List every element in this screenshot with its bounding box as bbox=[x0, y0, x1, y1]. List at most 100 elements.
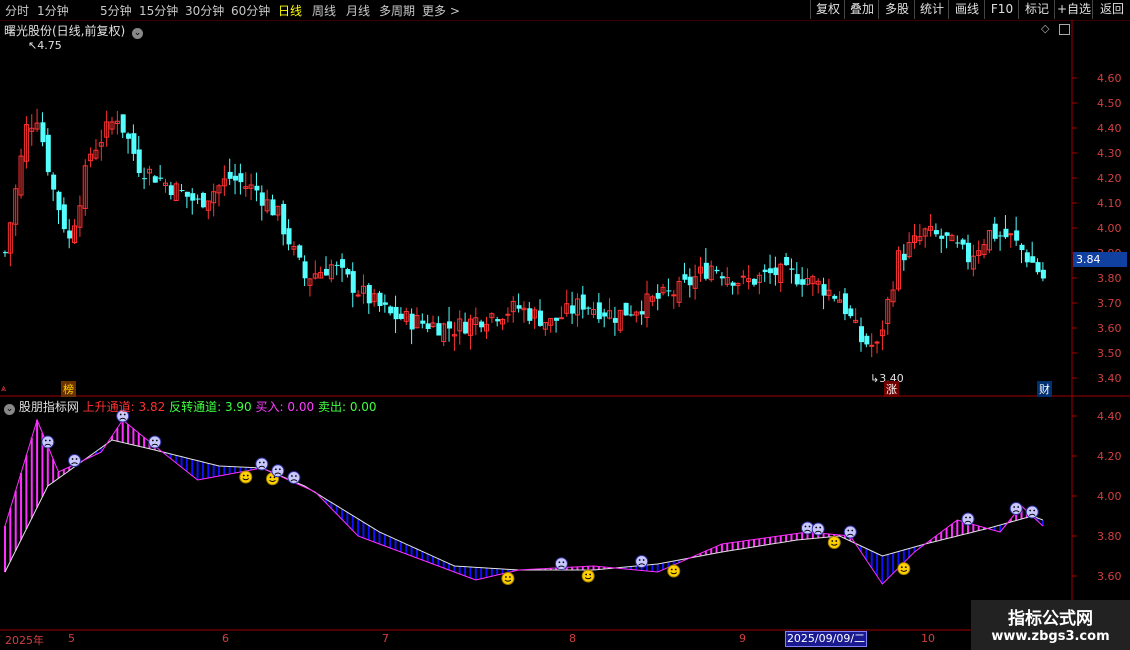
candle-body-down bbox=[463, 321, 469, 334]
candle-body-down bbox=[580, 294, 586, 310]
candle-body-down bbox=[350, 271, 356, 293]
candle-body-down bbox=[136, 149, 142, 173]
candle-body-down bbox=[832, 295, 838, 299]
y-tick-label: 4.20 bbox=[1097, 172, 1122, 185]
face-disc bbox=[255, 457, 269, 471]
candle-body-down bbox=[168, 185, 174, 196]
candle-body-down bbox=[447, 321, 453, 329]
sad-sell-icon bbox=[801, 521, 814, 535]
candle-body-down bbox=[1030, 256, 1036, 263]
smiley-buy-icon bbox=[239, 470, 253, 484]
rank-badge[interactable]: 榜 bbox=[61, 381, 76, 397]
sad-sell-icon bbox=[1009, 502, 1023, 515]
candle-body-down bbox=[939, 235, 945, 239]
candle-body-down bbox=[794, 274, 800, 285]
candle-body-down bbox=[859, 326, 864, 343]
face-disc bbox=[554, 557, 568, 571]
candle-body-down bbox=[842, 293, 848, 315]
finance-badge[interactable]: 财 bbox=[1037, 381, 1052, 397]
watermark-logo: 指标公式网 www.zbgs3.com bbox=[971, 600, 1130, 650]
face-eye bbox=[831, 540, 834, 542]
candle-body-down bbox=[398, 313, 404, 320]
candle-body-down bbox=[800, 279, 806, 285]
sad-sell-icon bbox=[635, 555, 649, 568]
indicator-header: ⌄ 股朋指标网 上升通道: 3.82 反转通道: 3.90 买入: 0.00 卖… bbox=[4, 398, 377, 415]
face-eye bbox=[642, 559, 645, 561]
sad-sell-icon bbox=[843, 525, 857, 539]
face-eye bbox=[48, 439, 51, 442]
candle-body-down bbox=[436, 323, 442, 336]
candle-body-down bbox=[152, 176, 158, 183]
candle-body-down bbox=[238, 173, 244, 183]
sad-sell-icon bbox=[961, 512, 975, 526]
candle-body-up bbox=[874, 341, 880, 344]
chevron-down-icon[interactable]: ⌄ bbox=[4, 404, 15, 415]
candle-body-down bbox=[61, 204, 67, 230]
candle-body-down bbox=[479, 321, 485, 328]
face-disc bbox=[41, 435, 55, 449]
face-eye bbox=[505, 576, 507, 578]
face-eye bbox=[969, 516, 971, 519]
low-marker: ↳ bbox=[870, 372, 880, 385]
candle-body-down bbox=[409, 313, 415, 330]
face-disc bbox=[827, 536, 841, 549]
indicator-buy: 买入: 0.00 bbox=[255, 400, 315, 414]
ind-y-tick-label: 4.00 bbox=[1097, 490, 1122, 503]
candle-body-down bbox=[131, 133, 137, 154]
candle-body-down bbox=[270, 199, 276, 216]
face-disc bbox=[271, 464, 285, 478]
face-eye bbox=[585, 573, 588, 576]
candle-body-down bbox=[195, 198, 201, 200]
candle-body-down bbox=[955, 242, 961, 244]
candle-body-down bbox=[655, 292, 661, 299]
current-price-box: 3.84 bbox=[1073, 252, 1127, 267]
candle-body-down bbox=[388, 306, 394, 314]
face-eye bbox=[965, 516, 967, 519]
candle-body-down bbox=[933, 230, 939, 235]
y-tick-label: 4.50 bbox=[1097, 97, 1122, 110]
candle-body-up bbox=[671, 294, 677, 297]
reverse-channel-line bbox=[4, 439, 1044, 573]
smiley-buy-icon bbox=[667, 564, 681, 578]
candle-body-down bbox=[768, 268, 774, 274]
face-eye bbox=[819, 526, 822, 529]
candle-body-down bbox=[120, 114, 126, 133]
chart-canvas[interactable]: 4.604.504.404.304.204.104.003.903.803.70… bbox=[0, 0, 1130, 650]
candle-body-down bbox=[784, 256, 790, 266]
watermark-title: 指标公式网 bbox=[1008, 609, 1093, 629]
candle-body-down bbox=[227, 171, 233, 179]
rise-badge[interactable]: 涨 bbox=[884, 381, 899, 397]
candle-body-down bbox=[998, 235, 1004, 237]
indicator-up-channel: 上升通道: 3.82 bbox=[82, 400, 166, 414]
candle-body-down bbox=[297, 245, 303, 258]
face-eye bbox=[851, 529, 854, 532]
x-label-aug: 8 bbox=[569, 632, 576, 645]
candle-body-down bbox=[51, 174, 57, 190]
face-eye bbox=[1017, 506, 1020, 508]
face-disc bbox=[667, 564, 681, 578]
candle-body-down bbox=[848, 308, 854, 317]
y-tick-label: 4.10 bbox=[1097, 197, 1122, 210]
smiley-buy-icon bbox=[827, 536, 841, 549]
ind-y-tick-label: 4.40 bbox=[1097, 410, 1122, 423]
smiley-buy-icon bbox=[501, 572, 515, 585]
candle-body-down bbox=[1019, 244, 1025, 251]
face-eye bbox=[674, 568, 677, 571]
candle-body-down bbox=[200, 192, 206, 208]
candlestick-series bbox=[3, 108, 1046, 358]
face-disc bbox=[68, 454, 82, 467]
candle-body-down bbox=[666, 290, 672, 292]
y-tick-label: 4.30 bbox=[1097, 147, 1122, 160]
face-eye bbox=[638, 559, 641, 561]
y-tick-label: 4.40 bbox=[1097, 122, 1122, 135]
high-marker: ↖ bbox=[28, 39, 38, 52]
sad-sell-icon bbox=[271, 464, 285, 478]
candle-body-down bbox=[286, 228, 292, 245]
candle-body-down bbox=[639, 311, 645, 315]
x-label-jul: 7 bbox=[382, 632, 389, 645]
candle-body-down bbox=[612, 318, 618, 323]
face-eye bbox=[295, 475, 297, 477]
candle-body-down bbox=[324, 268, 329, 276]
face-eye bbox=[1013, 506, 1016, 508]
face-disc bbox=[148, 435, 162, 449]
